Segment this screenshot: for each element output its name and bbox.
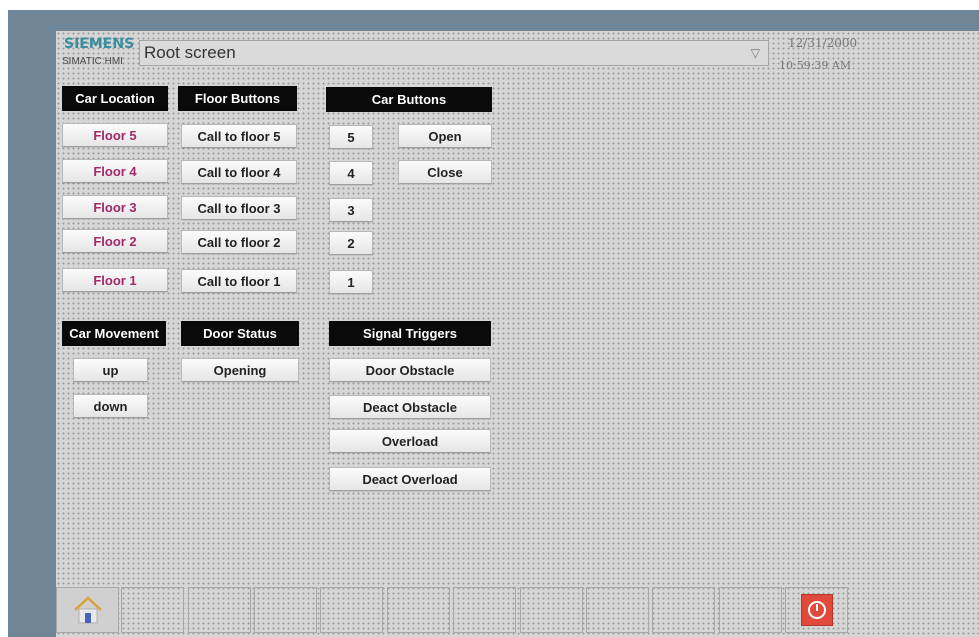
hmi-window: SIEMENS SIMATIC HMI Root screen ▽ 12/31/… (0, 0, 979, 637)
function-key-5[interactable] (320, 587, 383, 633)
door-open-button[interactable]: Open (398, 124, 492, 148)
car-location-floor-1: Floor 1 (62, 268, 168, 292)
overload-button[interactable]: Overload (329, 429, 491, 453)
door-obstacle-button[interactable]: Door Obstacle (329, 358, 491, 382)
movement-down-indicator: down (73, 394, 148, 418)
car-location-floor-5: Floor 5 (62, 123, 168, 147)
car-location-floor-3: Floor 3 (62, 195, 168, 219)
car-location-header: Car Location (62, 86, 168, 111)
call-floor-5-button[interactable]: Call to floor 5 (181, 124, 297, 148)
car-button-2[interactable]: 2 (329, 231, 373, 255)
product-label: SIMATIC HMI (62, 56, 123, 67)
function-key-9[interactable] (586, 587, 649, 633)
car-button-5[interactable]: 5 (329, 125, 373, 149)
home-icon (73, 596, 102, 624)
movement-up-indicator: up (73, 358, 148, 382)
function-key-3[interactable] (188, 587, 251, 633)
function-key-4[interactable] (254, 587, 317, 633)
time-display: 10:59:39 AM (779, 59, 852, 72)
call-floor-4-button[interactable]: Call to floor 4 (181, 160, 297, 184)
car-buttons-header: Car Buttons (326, 87, 492, 112)
screen-name: Root screen (144, 43, 236, 62)
screen-selector[interactable]: Root screen ▽ (139, 40, 769, 66)
date-display: 12/31/2000 (788, 36, 858, 50)
call-floor-2-button[interactable]: Call to floor 2 (181, 230, 297, 254)
floor-buttons-header: Floor Buttons (178, 86, 297, 111)
signal-triggers-header: Signal Triggers (329, 321, 491, 346)
function-key-2[interactable] (121, 587, 184, 633)
function-key-10[interactable] (652, 587, 715, 633)
door-status-header: Door Status (181, 321, 299, 346)
car-location-floor-2: Floor 2 (62, 229, 168, 253)
call-floor-3-button[interactable]: Call to floor 3 (181, 196, 297, 220)
stop-icon (800, 594, 833, 626)
home-button[interactable] (56, 587, 119, 633)
stop-runtime-button[interactable] (785, 587, 848, 633)
car-movement-header: Car Movement (62, 321, 166, 346)
siemens-logo: SIEMENS (64, 36, 135, 52)
deact-obstacle-button[interactable]: Deact Obstacle (329, 395, 491, 419)
deact-overload-button[interactable]: Deact Overload (329, 467, 491, 491)
call-floor-1-button[interactable]: Call to floor 1 (181, 269, 297, 293)
function-key-7[interactable] (453, 587, 516, 633)
function-key-11[interactable] (719, 587, 782, 633)
chevron-down-icon: ▽ (750, 46, 760, 60)
door-close-button[interactable]: Close (398, 160, 492, 184)
car-button-1[interactable]: 1 (329, 270, 373, 294)
function-key-8[interactable] (520, 587, 583, 633)
car-button-3[interactable]: 3 (329, 198, 373, 222)
door-status-value: Opening (181, 358, 299, 382)
car-button-4[interactable]: 4 (329, 161, 373, 185)
car-location-floor-4: Floor 4 (62, 159, 168, 183)
function-key-6[interactable] (387, 587, 450, 633)
